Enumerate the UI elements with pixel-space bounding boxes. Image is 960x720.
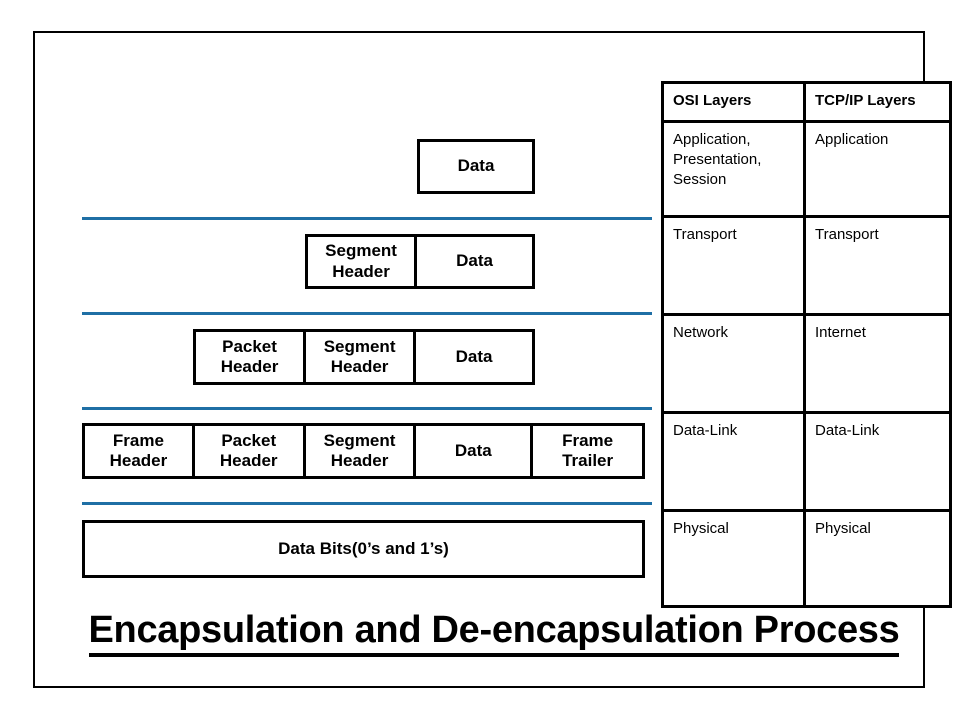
pdu-cell-segment-header: Segment Header	[306, 332, 417, 382]
table-cell-osi-physical: Physical	[664, 512, 806, 605]
table-row-transport: Transport Transport	[664, 218, 949, 316]
pdu-row-packet: Packet Header Segment Header Data	[193, 329, 535, 385]
table-header-osi: OSI Layers	[664, 84, 806, 120]
pdu-cell-packet-header: Packet Header	[195, 426, 306, 476]
table-row-application: Application, Presentation, Session Appli…	[664, 123, 949, 218]
table-row-datalink: Data-Link Data-Link	[664, 414, 949, 512]
table-cell-tcpip-transport: Transport	[815, 226, 879, 243]
table-cell-osi-network: Network	[664, 316, 806, 411]
table-cell-osi-datalink: Data-Link	[664, 414, 806, 509]
table-cell-osi-application: Application, Presentation, Session	[664, 123, 806, 215]
divider-application-transport	[82, 217, 652, 220]
table-row-network: Network Internet	[664, 316, 949, 414]
diagram-title-text: Encapsulation and De-encapsulation Proce…	[88, 609, 900, 657]
table-cell-tcpip-physical: Physical	[815, 520, 871, 537]
divider-transport-network	[82, 312, 652, 315]
table-cell-tcpip-application: Application	[815, 131, 889, 148]
pdu-cell-frame-trailer: Frame Trailer	[562, 430, 614, 470]
pdu-cell-data: Data	[457, 156, 495, 176]
pdu-cell-segment-header: Segment Header	[306, 426, 417, 476]
encapsulation-stack: Data Segment Header Data Packet Header S…	[35, 33, 655, 633]
pdu-cell-segment-header: Segment Header	[308, 237, 418, 286]
pdu-cell-data: Data	[456, 251, 493, 271]
table-header-tcpip: TCP/IP Layers	[815, 92, 916, 109]
pdu-cell-packet-header: Packet Header	[196, 332, 307, 382]
table-cell-tcpip-datalink: Data-Link	[815, 422, 880, 439]
diagram-title: Encapsulation and De-encapsulation Proce…	[64, 609, 924, 657]
divider-network-datalink	[82, 407, 652, 410]
table-cell-tcpip-internet: Internet	[815, 324, 866, 341]
slide-frame: Data Segment Header Data Packet Header S…	[33, 31, 952, 688]
table-cell-osi-transport: Transport	[664, 218, 806, 313]
pdu-cell-data: Data	[455, 346, 493, 366]
table-header-row: OSI Layers TCP/IP Layers	[664, 84, 949, 123]
table-row-physical: Physical Physical	[664, 512, 949, 605]
pdu-row-data: Data	[417, 139, 535, 194]
layers-table: OSI Layers TCP/IP Layers Application, Pr…	[661, 81, 952, 608]
pdu-cell-data: Data	[416, 426, 534, 476]
pdu-row-bits: Data Bits(0’s and 1’s)	[82, 520, 645, 578]
divider-datalink-physical	[82, 502, 652, 505]
pdu-cell-data-bits: Data Bits(0’s and 1’s)	[278, 538, 449, 558]
pdu-row-frame: Frame Header Packet Header Segment Heade…	[82, 423, 645, 479]
pdu-row-segment: Segment Header Data	[305, 234, 535, 289]
pdu-cell-frame-header: Frame Header	[85, 426, 195, 476]
